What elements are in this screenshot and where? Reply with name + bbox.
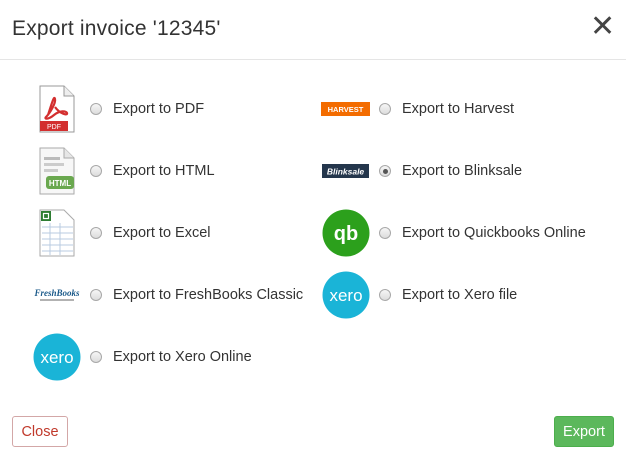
dialog-header: Export invoice '12345' ✕: [0, 0, 626, 60]
dialog-title: Export invoice '12345': [12, 17, 221, 40]
blinksale-logo: Blinksale: [321, 146, 371, 196]
svg-text:xero: xero: [329, 286, 362, 305]
option-label: Export to Xero Online: [113, 349, 252, 365]
option-label: Export to Xero file: [402, 287, 518, 303]
html-file-icon: HTML: [32, 146, 82, 196]
svg-text:HARVEST: HARVEST: [328, 105, 364, 114]
option-label: Export to Excel: [113, 225, 211, 241]
radio-xero-online[interactable]: [90, 351, 102, 363]
option-label: Export to Quickbooks Online: [402, 225, 586, 241]
option-pdf[interactable]: PDF Export to PDF: [32, 84, 204, 134]
option-freshbooks[interactable]: FreshBooks Export to FreshBooks Classic: [32, 270, 303, 320]
radio-harvest[interactable]: [379, 103, 391, 115]
option-label: Export to Harvest: [402, 101, 515, 117]
svg-text:HTML: HTML: [49, 179, 71, 188]
svg-text:PDF: PDF: [47, 124, 61, 131]
radio-xero-file[interactable]: [379, 289, 391, 301]
option-html[interactable]: HTML Export to HTML: [32, 146, 215, 196]
export-button[interactable]: Export: [554, 416, 614, 447]
radio-freshbooks[interactable]: [90, 289, 102, 301]
option-label: Export to FreshBooks Classic: [113, 287, 304, 303]
radio-pdf[interactable]: [90, 103, 102, 115]
close-icon[interactable]: ✕: [590, 12, 615, 42]
harvest-logo: HARVEST: [321, 84, 371, 134]
radio-html[interactable]: [90, 165, 102, 177]
quickbooks-logo: qb: [321, 208, 371, 258]
svg-text:Blinksale: Blinksale: [327, 167, 365, 177]
option-excel[interactable]: Export to Excel: [32, 208, 211, 258]
radio-blinksale[interactable]: [379, 165, 391, 177]
option-label: Export to HTML: [113, 163, 215, 179]
xero-logo: xero: [32, 332, 82, 382]
option-harvest[interactable]: HARVEST Export to Harvest: [321, 84, 514, 134]
excel-spreadsheet-icon: [32, 208, 82, 258]
option-label: Export to Blinksale: [402, 163, 523, 179]
option-xero-online[interactable]: xero Export to Xero Online: [32, 332, 252, 382]
svg-text:qb: qb: [334, 223, 358, 245]
radio-quickbooks[interactable]: [379, 227, 391, 239]
option-xero-file[interactable]: xero Export to Xero file: [321, 270, 517, 320]
close-button[interactable]: Close: [12, 416, 68, 447]
radio-excel[interactable]: [90, 227, 102, 239]
option-quickbooks[interactable]: qb Export to Quickbooks Online: [321, 208, 586, 258]
export-dialog: Export invoice '12345' ✕ PDF Export to P…: [0, 0, 626, 455]
xero-logo: xero: [321, 270, 371, 320]
pdf-file-icon: PDF: [32, 84, 82, 134]
svg-text:xero: xero: [40, 348, 73, 367]
option-label: Export to PDF: [113, 101, 205, 117]
option-blinksale[interactable]: Blinksale Export to Blinksale: [321, 146, 522, 196]
svg-text:FreshBooks: FreshBooks: [33, 288, 80, 298]
freshbooks-logo: FreshBooks: [32, 270, 82, 320]
